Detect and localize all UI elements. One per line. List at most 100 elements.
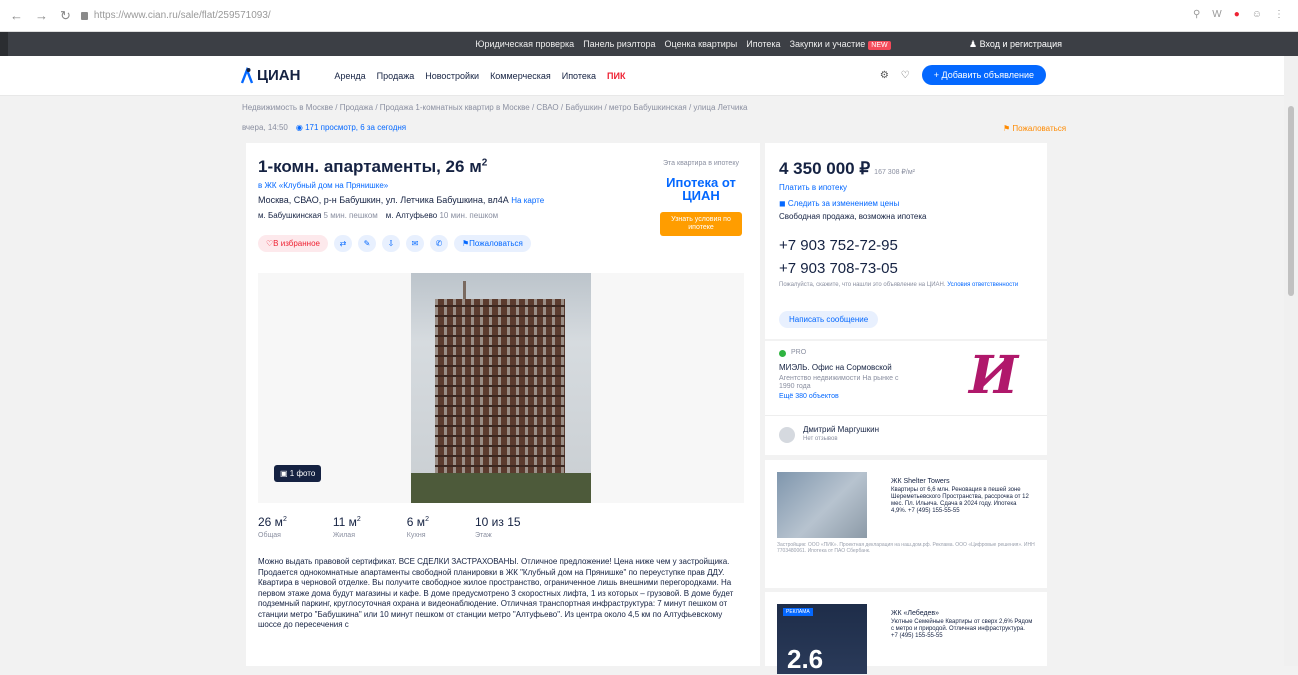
mortgage-promo: Эта квартира в ипотеку Ипотека от ЦИАН У… — [660, 159, 742, 236]
menu-icon[interactable]: ⋮ — [1274, 9, 1284, 20]
site-header: ЦИАН Аренда Продажа Новостройки Коммерче… — [0, 56, 1298, 96]
agency-desc: Агентство недвижимости На рынке с 1990 г… — [779, 375, 899, 390]
top-service-bar: Юридическая проверка Панель риэлтора Оце… — [0, 32, 1298, 56]
login-label: Вход и регистрация — [979, 38, 1062, 49]
report-label: Пожаловаться — [1012, 124, 1067, 133]
address-bar[interactable]: https://www.cian.ru/sale/flat/259571093/ — [80, 10, 271, 21]
description: Можно выдать правовой сертификат. ВСЕ СД… — [258, 557, 734, 629]
zoom-icon[interactable]: ⚲ — [1193, 9, 1200, 20]
menu-item[interactable]: Коммерческая — [490, 71, 551, 81]
page-title: 1-комн. апартаменты, 26 м2 — [258, 157, 487, 177]
spec-value-text: 10 из 15 — [474, 515, 521, 529]
agency-logo[interactable]: И — [969, 345, 1018, 406]
compare-icon[interactable]: ⇄ — [334, 235, 352, 252]
spec-value-text: 26 м — [258, 515, 283, 529]
share-icon[interactable]: ✉ — [406, 235, 424, 252]
send-message-button[interactable]: Написать сообщение — [779, 311, 879, 328]
metro-item[interactable]: м. Бабушкинская 5 мин. пешком — [258, 211, 378, 220]
extension-icon[interactable]: W — [1212, 9, 1221, 20]
reload-icon[interactable]: ↻ — [60, 8, 71, 24]
spec-item: 6 м2 Кухня — [407, 515, 429, 539]
profile-icon[interactable]: ☺ — [1252, 9, 1262, 20]
login-link[interactable]: ♟ Вход и регистрация — [969, 39, 1062, 50]
menu-item-pik[interactable]: ПИК — [607, 71, 625, 81]
favorite-label: В избранное — [273, 239, 320, 248]
url-text[interactable]: https://www.cian.ru/sale/flat/259571093/ — [94, 10, 271, 21]
ad-title[interactable]: ЖК Shelter Towers — [891, 478, 950, 485]
sale-type: Свободная продажа, возможна ипотека — [779, 212, 927, 221]
avatar[interactable] — [779, 427, 795, 443]
top-link[interactable]: Ипотека — [746, 39, 780, 49]
price: 4 350 000 ₽167 308 ₽/м² — [779, 159, 915, 179]
top-link[interactable]: Оценка квартиры — [665, 39, 738, 49]
settings-icon[interactable]: ⚙ — [880, 70, 889, 81]
scrollbar-thumb[interactable] — [1288, 106, 1294, 296]
comment-icon[interactable]: ✆ — [430, 235, 448, 252]
top-link[interactable]: Юридическая проверка — [475, 39, 574, 49]
spec-label: Общая — [258, 532, 281, 539]
cian-logo[interactable]: ЦИАН — [240, 66, 300, 85]
breadcrumb[interactable]: Недвижимость в Москве / Продажа / Продаж… — [242, 103, 802, 112]
menu-item[interactable]: Аренда — [334, 71, 365, 81]
edit-icon[interactable]: ✎ — [358, 235, 376, 252]
menu-item[interactable]: Ипотека — [562, 71, 596, 81]
divider — [765, 415, 1047, 416]
ad-text: Уютные Семейные Квартиры от сверх 2,6% Р… — [891, 619, 1033, 639]
ad-card[interactable]: РЕКЛАМА 2.6 ЖК «Лебедев» Уютные Семейные… — [765, 592, 1047, 674]
ad-image[interactable] — [777, 472, 867, 538]
scrollbar[interactable] — [1284, 56, 1298, 666]
phone-note-link[interactable]: Условия ответственности — [947, 282, 1018, 288]
agency-name[interactable]: МИЭЛЬ. Офис на Сормовской — [779, 363, 892, 372]
menu-item[interactable]: Новостройки — [425, 71, 479, 81]
ad-title[interactable]: ЖК «Лебедев» — [891, 610, 939, 617]
top-link[interactable]: Закупки и участие NEW — [790, 39, 891, 50]
ad-image[interactable]: РЕКЛАМА 2.6 — [777, 604, 867, 674]
tower-shape — [435, 299, 565, 477]
metro-time: 5 мин. пешком — [323, 211, 378, 220]
price-card: 4 350 000 ₽167 308 ₽/м² Платить в ипотек… — [765, 143, 1047, 339]
complex-link[interactable]: в ЖК «Клубный дом на Прянишке» — [258, 181, 388, 190]
browser-nav: ← → ↻ — [10, 8, 71, 24]
watch-price-link[interactable]: ◼ Следить за изменением цены — [779, 199, 899, 208]
browser-extensions: ⚲ W ● ☺ ⋮ — [1193, 9, 1284, 20]
metro-item[interactable]: м. Алтуфьево 10 мин. пешком — [386, 211, 498, 220]
photo-count-button[interactable]: ▣ 1 фото — [274, 465, 322, 482]
spec-sup: 2 — [356, 516, 361, 523]
agent-name[interactable]: Дмитрий Маргушкин — [803, 425, 879, 434]
online-dot — [779, 350, 786, 357]
views-link[interactable]: ◉ 171 просмотр, 6 за сегодня — [296, 123, 406, 132]
price-per-meter: 167 308 ₽/м² — [874, 169, 915, 176]
lock-icon — [80, 11, 88, 20]
ground-shape — [411, 473, 591, 503]
map-link[interactable]: На карте — [511, 196, 544, 205]
top-link[interactable]: Панель риэлтора — [583, 39, 655, 49]
report-link[interactable]: ⚑ Пожаловаться — [1003, 124, 1066, 133]
ad-card[interactable]: ЖК Shelter Towers Квартиры от 6,6 млн. Р… — [765, 460, 1047, 588]
spec-value: 10 из 15 — [475, 515, 521, 529]
back-icon[interactable]: ← — [10, 8, 23, 23]
watch-price-label: Следить за изменением цены — [787, 199, 900, 208]
spec-value-text: 6 м — [406, 515, 426, 529]
mortgage-calc-link[interactable]: Платить в ипотеку — [779, 183, 847, 192]
agency-more-link[interactable]: Ещё 380 объектов — [779, 393, 839, 400]
complain-button[interactable]: ⚑ Пожаловаться — [454, 235, 531, 252]
record-icon[interactable]: ● — [1234, 9, 1240, 20]
complain-label: Пожаловаться — [469, 239, 523, 248]
address-text: Москва, СВАО, р-н Бабушкин, ул. Летчика … — [258, 195, 509, 205]
photo-gallery[interactable]: ▣ 1 фото — [258, 273, 744, 503]
mortgage-button[interactable]: Узнать условия по ипотеке — [660, 212, 742, 236]
add-listing-button[interactable]: + Добавить объявление — [921, 65, 1046, 85]
download-icon[interactable]: ⇩ — [382, 235, 400, 252]
spec-value: 6 м2 — [407, 515, 429, 529]
spec-value: 26 м2 — [258, 515, 287, 529]
favorite-button[interactable]: ♡ В избранное — [258, 235, 328, 252]
mortgage-title[interactable]: Ипотека от ЦИАН — [660, 176, 742, 202]
agent-reviews: Нет отзывов — [803, 436, 838, 442]
building-photo[interactable] — [411, 273, 591, 503]
browser-bar: ← → ↻ https://www.cian.ru/sale/flat/2595… — [0, 0, 1298, 32]
phone-number[interactable]: +7 903 752-72-95 — [779, 237, 898, 254]
phone-number[interactable]: +7 903 708-73-05 — [779, 260, 898, 277]
favorites-icon[interactable]: ♡ — [901, 70, 910, 81]
menu-item[interactable]: Продажа — [377, 71, 415, 81]
forward-icon[interactable]: → — [35, 8, 48, 23]
